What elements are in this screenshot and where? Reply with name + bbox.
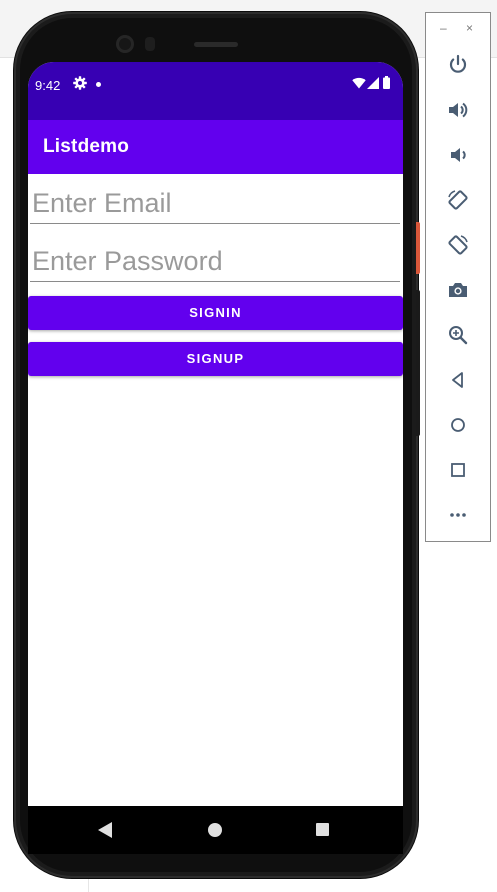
email-input[interactable]: [30, 184, 400, 224]
earpiece-speaker: [194, 42, 238, 47]
front-camera-icon: [116, 35, 134, 53]
volume-up-icon[interactable]: [446, 98, 470, 122]
close-button[interactable]: ×: [466, 21, 473, 35]
notification-dot-icon: [96, 82, 101, 87]
gear-icon: [73, 76, 87, 90]
back-icon[interactable]: [446, 368, 470, 392]
zoom-icon[interactable]: [446, 323, 470, 347]
more-icon[interactable]: [446, 503, 470, 527]
phone-power-key[interactable]: [416, 222, 420, 274]
navigation-bar: [28, 806, 403, 854]
password-input[interactable]: [30, 242, 400, 282]
nav-home-icon[interactable]: [208, 823, 222, 837]
sensor-icon: [145, 37, 155, 51]
signup-button[interactable]: SIGNUP: [28, 342, 403, 376]
cell-signal-icon: [367, 77, 379, 89]
status-time: 9:42: [35, 78, 61, 93]
volume-down-icon[interactable]: [446, 143, 470, 167]
phone-screen: 9:42 Listdemo Enter Email SIGNIN SIGNUP: [28, 62, 403, 806]
power-icon[interactable]: [446, 53, 470, 77]
phone-volume-key[interactable]: [416, 290, 420, 436]
rotate-left-icon[interactable]: [446, 188, 470, 212]
minimize-button[interactable]: –: [440, 21, 447, 35]
rotate-right-icon[interactable]: [446, 233, 470, 257]
emulator-controls-panel: – ×: [425, 12, 491, 542]
app-bar: Listdemo: [28, 120, 403, 174]
signin-button[interactable]: SIGNIN: [28, 296, 403, 330]
battery-icon: [383, 76, 390, 89]
nav-back-icon[interactable]: [98, 822, 112, 838]
nav-recents-icon[interactable]: [316, 823, 329, 836]
camera-icon[interactable]: [446, 278, 470, 302]
app-title: Listdemo: [43, 136, 130, 157]
wifi-icon: [352, 77, 366, 89]
home-icon[interactable]: [446, 413, 470, 437]
status-bar: 9:42: [28, 62, 403, 120]
overview-icon[interactable]: [446, 458, 470, 482]
